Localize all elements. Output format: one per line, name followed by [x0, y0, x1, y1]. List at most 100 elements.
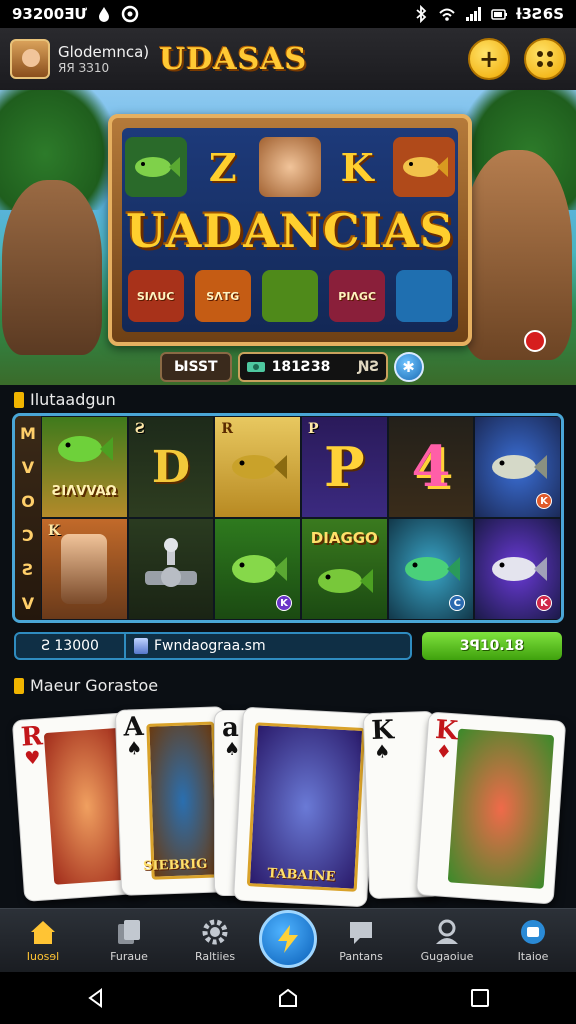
k-symbol: K: [340, 144, 374, 190]
header-buttons: +: [468, 38, 566, 80]
reel-cell[interactable]: K: [214, 518, 301, 620]
cell-corner: K: [48, 523, 61, 539]
credit-value: Ƨ 13000: [16, 634, 126, 658]
nav-label: Raltiies: [194, 950, 236, 963]
reel-cell[interactable]: DIAGGO: [300, 518, 388, 620]
water-drop-icon: [98, 7, 109, 22]
nav-spin-button[interactable]: [259, 909, 317, 968]
reel-cell[interactable]: [127, 518, 215, 620]
user-subtitle: ЯЯ ЗЗ10: [58, 60, 110, 75]
z-symbol: Z: [208, 144, 237, 190]
gear-icon: [202, 919, 228, 945]
character-symbol: [258, 137, 321, 197]
nav-features[interactable]: Furaue: [87, 918, 171, 963]
side-letter: O: [21, 491, 35, 511]
reel-cell[interactable]: C: [387, 518, 475, 620]
status-left: 93200ƎƯ: [12, 5, 139, 23]
heart-icon: ♥: [23, 747, 42, 770]
cell-label: DIAGGO: [310, 529, 378, 547]
profile-icon: [436, 919, 458, 944]
cell-badge: K: [535, 493, 552, 509]
avatar[interactable]: [10, 39, 50, 79]
hero-banner[interactable]: Z K UADANCIAS SIΛUC SΛTG PIΛGC ЫSST 181Ƨ…: [0, 90, 576, 385]
nav-label: Itaioe: [517, 950, 549, 963]
badge-icon: [521, 920, 545, 944]
section-bullet-icon: [14, 391, 24, 408]
creature-left-illustration: [2, 180, 102, 355]
nav-badge[interactable]: Itaioe: [491, 918, 575, 963]
card-art: [447, 728, 555, 889]
reel-cell[interactable]: P P: [300, 416, 388, 518]
balance-value: 181Ƨ38: [271, 359, 331, 375]
wifi-icon: [439, 8, 455, 21]
symbol-2: SΛTG: [194, 270, 251, 322]
spade-icon: ♠: [373, 741, 391, 763]
reel-cell[interactable]: K: [41, 518, 128, 620]
cell-corner: R: [221, 421, 233, 437]
reels-section-title: Ilutaadgun: [30, 390, 116, 409]
win-button[interactable]: 3ꟼ10.18: [422, 632, 562, 660]
side-letter: V: [21, 457, 35, 477]
slot-top-row: Z K: [122, 132, 458, 202]
back-icon[interactable]: [84, 986, 108, 1010]
add-coins-button[interactable]: +: [468, 38, 510, 80]
fish-icon: [318, 569, 374, 593]
nav-label: Gugaoiue: [420, 950, 474, 963]
status-battery-text: ƚ3Ƨ6S: [516, 5, 564, 23]
character-portrait: [61, 534, 108, 604]
fish-symbol-gold: [393, 137, 456, 197]
cell-badge: K: [275, 595, 292, 611]
slot-bottom-row: SIΛUC SΛTG PIΛGC: [122, 266, 458, 326]
nav-home[interactable]: Iuosɘl: [1, 918, 85, 963]
nav-chat[interactable]: Pantans: [319, 918, 403, 963]
balance-field: 181Ƨ38 ƝƧ: [237, 352, 388, 382]
info-strip: Ƨ 13000 Fwndaograa.sm 3ꟼ10.18: [14, 632, 562, 660]
cards-section-title: Maeur Gorastoe: [30, 676, 159, 695]
fish-symbol: [124, 137, 187, 197]
balance-unit: ƝƧ: [357, 359, 380, 375]
bottom-nav: Iuosɘl Furaue Raltiies Pantans Gugaoiue …: [0, 908, 576, 972]
lightning-icon: [278, 924, 298, 953]
fish-icon: [404, 557, 460, 581]
cell-corner: Ƨ: [134, 421, 145, 437]
card-rank: a: [222, 713, 239, 743]
cards-icon: [118, 920, 140, 944]
notification-dot[interactable]: [524, 330, 546, 352]
reel-cell[interactable]: Ƨ D: [127, 416, 215, 518]
signal-icon: [466, 7, 482, 21]
reel-cell[interactable]: 4: [387, 416, 475, 518]
nav-settings[interactable]: Raltiies: [173, 918, 257, 963]
bet-button[interactable]: ЫSST: [160, 352, 232, 382]
card-king-diamonds[interactable]: K ♦: [415, 711, 567, 905]
reel-cell[interactable]: K: [474, 518, 561, 620]
cash-icon: [246, 362, 265, 372]
symbol-1: SIΛUC: [127, 270, 184, 322]
app-notification-icon: [121, 5, 139, 23]
slot-display: Z K UADANCIAS SIΛUC SΛTG PIΛGC: [122, 128, 458, 332]
home-nav-icon[interactable]: [276, 986, 300, 1010]
card-rank: A: [122, 711, 145, 743]
fish-icon: [134, 157, 180, 177]
side-letter: Ƨ: [22, 559, 34, 579]
card-rank: K: [370, 715, 395, 747]
app-header: Glodemnca) ЯЯ ЗЗ10 UDASAS +: [0, 28, 576, 90]
status-right: ƚ3Ƨ6S: [412, 5, 564, 23]
reel-cell[interactable]: K: [474, 416, 561, 518]
reels-panel[interactable]: M V O Ɔ Ƨ V ƧIΛVVAΩ Ƨ D R P P 4 K K K DI…: [12, 413, 564, 623]
reel-cell[interactable]: R: [214, 416, 301, 518]
menu-button[interactable]: [524, 38, 566, 80]
section-bullet-icon: [14, 677, 24, 694]
side-letter: V: [21, 593, 35, 613]
fish-icon: [231, 555, 287, 583]
domain-field[interactable]: Fwndaograa.sm: [126, 638, 266, 654]
cell-badge: C: [449, 595, 466, 611]
nav-profile[interactable]: Gugaoiue: [405, 918, 489, 963]
star-button[interactable]: ✱: [393, 352, 424, 382]
reel-cell[interactable]: ƧIΛVVAΩ: [41, 416, 128, 518]
domain-text: Fwndaograa.sm: [154, 638, 266, 654]
status-bar: 93200ƎƯ ƚ3Ƨ6S: [0, 0, 576, 28]
card-jack-character[interactable]: TABAINE: [233, 706, 377, 908]
recents-icon[interactable]: [468, 986, 492, 1010]
plus-icon: +: [478, 45, 500, 73]
reel-side-strip: M V O Ɔ Ƨ V: [15, 416, 41, 620]
